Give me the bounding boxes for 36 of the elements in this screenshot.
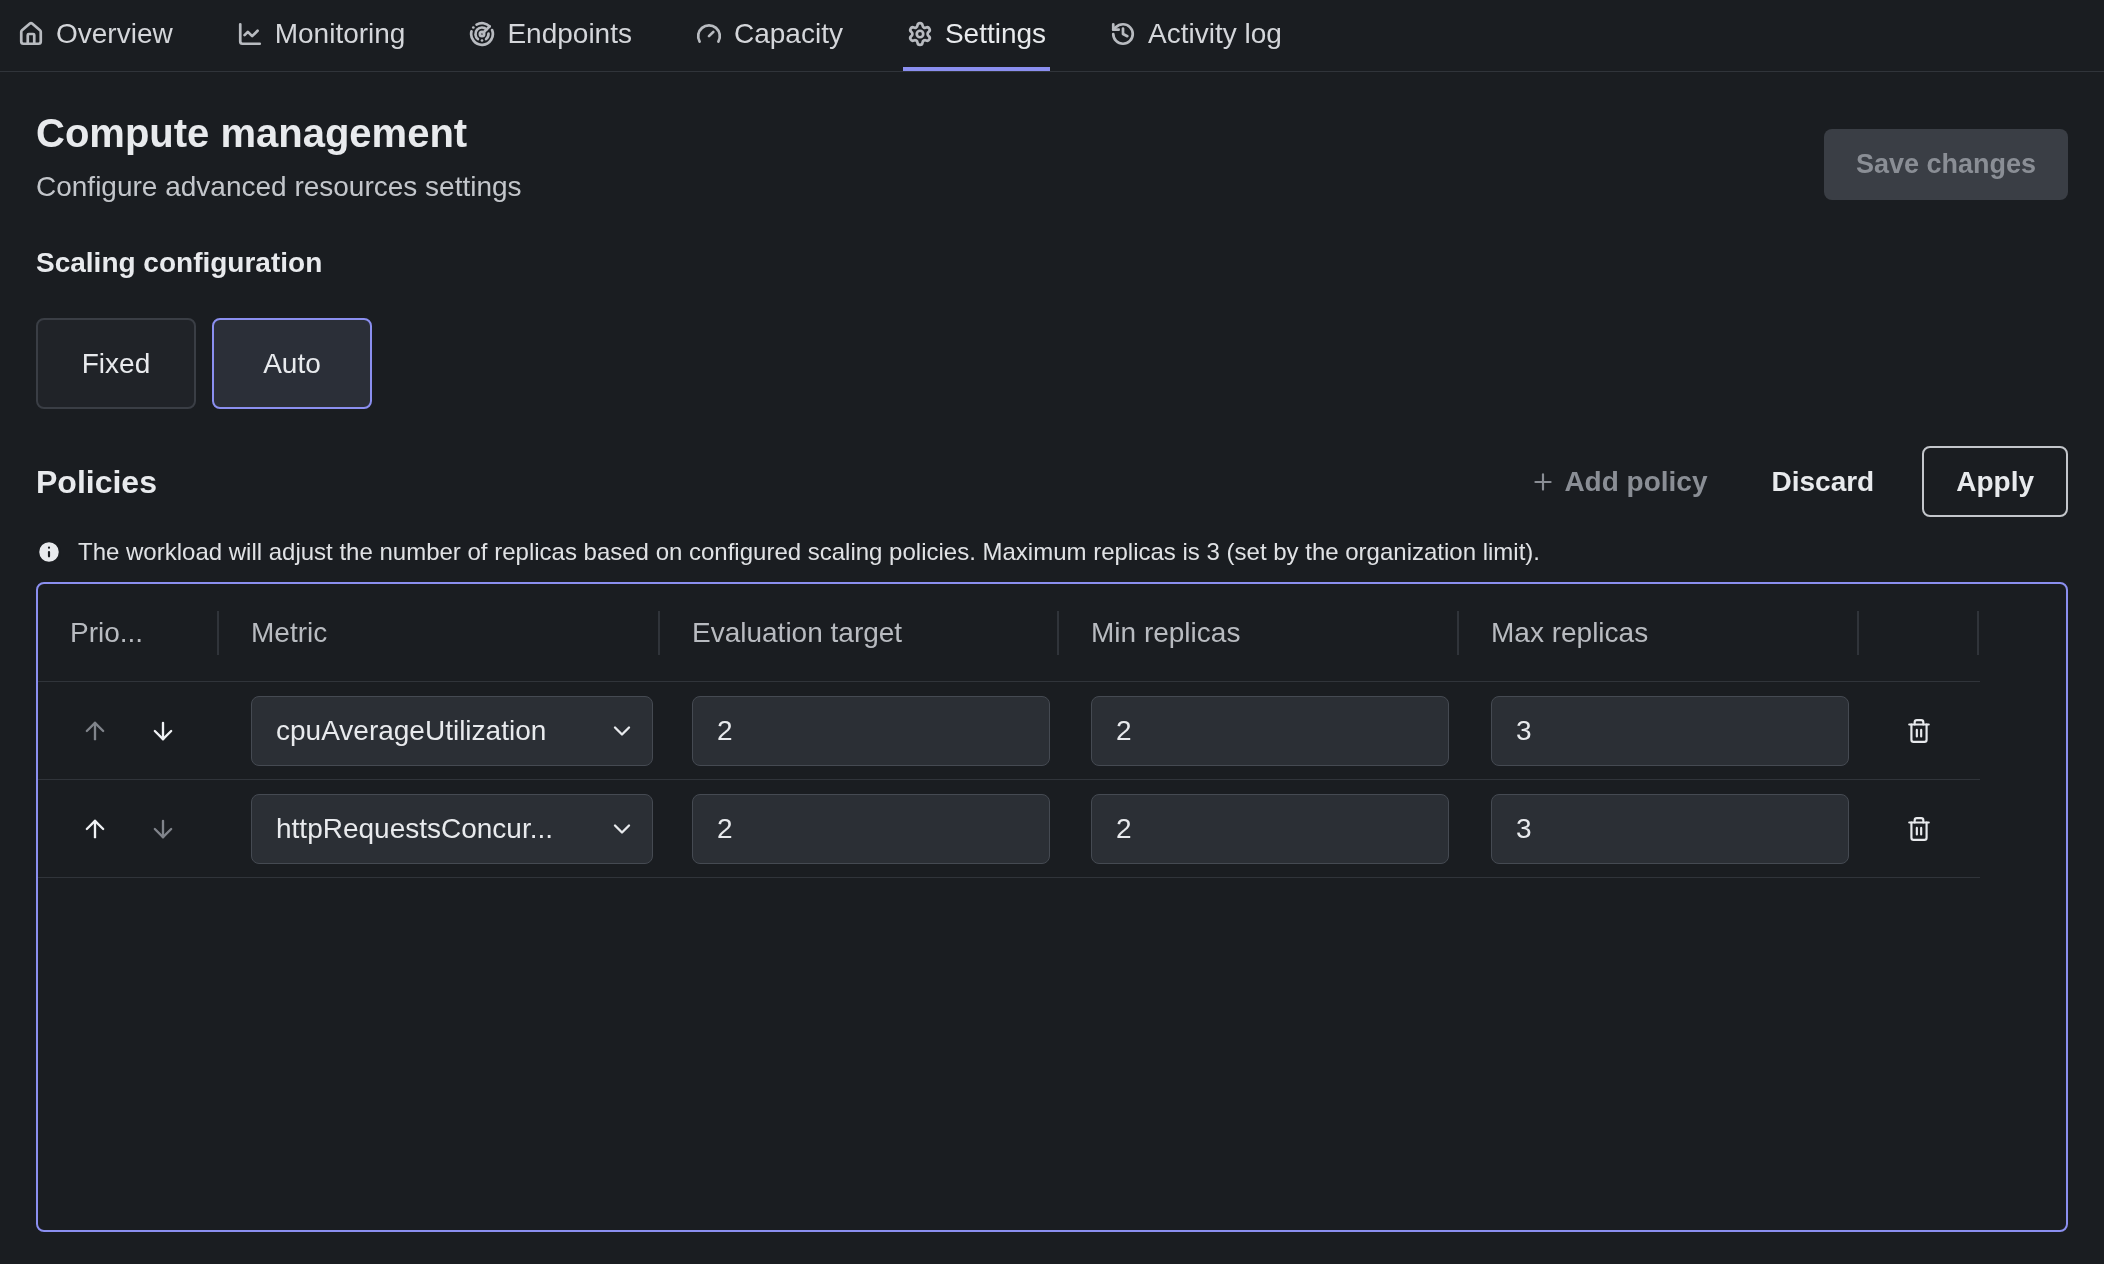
section-title: Scaling configuration bbox=[36, 246, 324, 280]
apply-button[interactable]: Apply bbox=[1922, 446, 2068, 517]
nav-tab[interactable]: Settings bbox=[902, 0, 1051, 71]
discard-button[interactable]: Discard bbox=[1739, 446, 1907, 517]
min-replicas-field[interactable]: 2 bbox=[1091, 695, 1449, 766]
column-header: Max replicas bbox=[1491, 615, 1649, 650]
info-message: The workload will adjust the number of replicas based on configured scaling policies. Maximum replicas is 3 (set by the organization limit). bbox=[78, 537, 1540, 567]
evaluation-target-field[interactable]: 2 bbox=[692, 793, 1050, 864]
delete-button[interactable] bbox=[1906, 717, 1932, 744]
metric-select[interactable]: httpRequestsConcur... bbox=[251, 793, 653, 864]
nav-tab[interactable]: Monitoring bbox=[232, 0, 410, 71]
column-header: Evaluation target bbox=[692, 615, 903, 650]
nav-tab[interactable]: Activity log bbox=[1106, 0, 1286, 71]
max-replicas-field[interactable]: 3 bbox=[1491, 695, 1849, 766]
min-replicas-field[interactable]: 2 bbox=[1091, 793, 1449, 864]
nav-tab[interactable]: Capacity bbox=[692, 0, 847, 71]
nav-tab[interactable]: Endpoints bbox=[465, 0, 636, 71]
target-icon bbox=[469, 20, 496, 47]
scaling-option[interactable]: Auto bbox=[212, 318, 372, 409]
delete-button[interactable] bbox=[1906, 815, 1932, 842]
scaling-option[interactable]: Fixed bbox=[36, 318, 196, 409]
section-title: Policies bbox=[36, 462, 157, 502]
line-chart-icon bbox=[236, 20, 263, 47]
home-icon bbox=[18, 20, 44, 47]
metric-select[interactable]: cpuAverageUtilization bbox=[251, 695, 653, 766]
settings-icon bbox=[906, 20, 933, 47]
nav-tab[interactable]: Overview bbox=[14, 0, 177, 71]
column-header: Prio... bbox=[70, 615, 144, 650]
column-header: Metric bbox=[251, 615, 328, 650]
info-icon bbox=[36, 539, 62, 565]
page-subtitle: Configure advanced resources settings bbox=[36, 170, 522, 204]
history-icon bbox=[1110, 20, 1137, 47]
evaluation-target-field[interactable]: 2 bbox=[692, 695, 1050, 766]
column-header: Min replicas bbox=[1091, 615, 1241, 650]
page-title: Compute management bbox=[36, 110, 469, 157]
max-replicas-field[interactable]: 3 bbox=[1491, 793, 1849, 864]
